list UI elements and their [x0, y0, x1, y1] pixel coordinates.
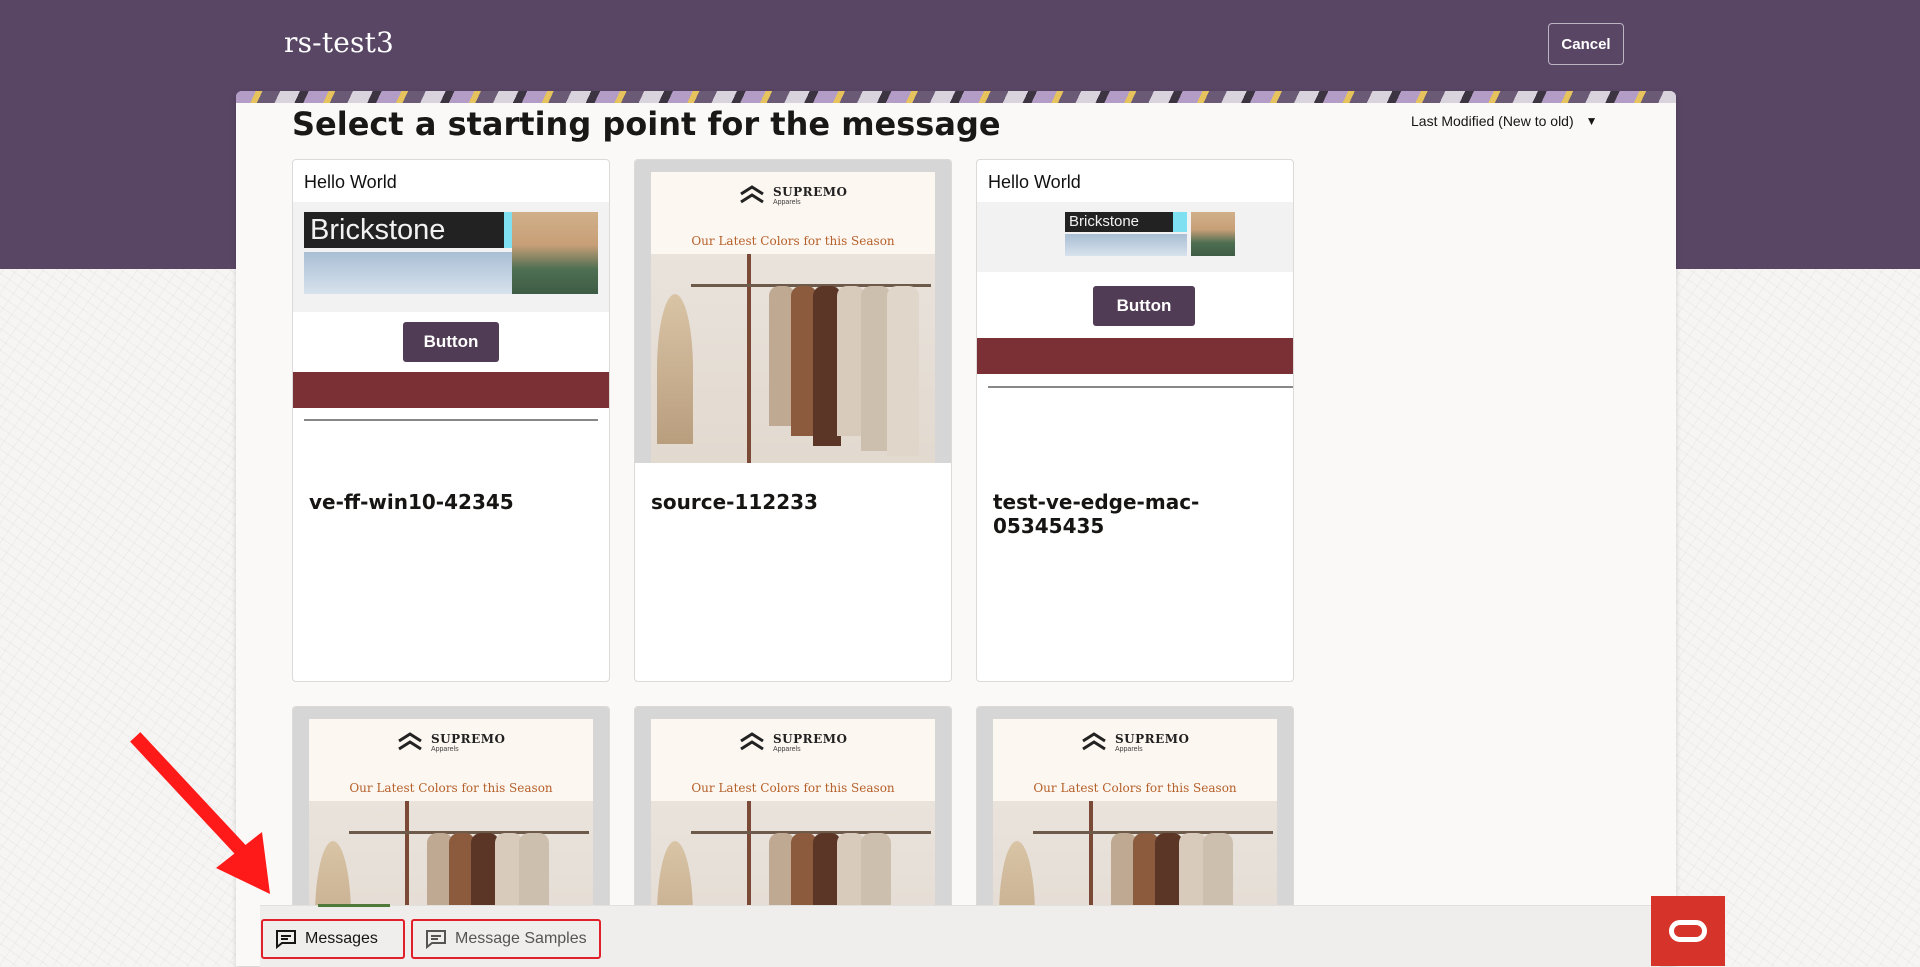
- template-thumbnail: SUPREMO Apparels Our Latest Colors for th…: [635, 160, 951, 463]
- red-band: [293, 372, 609, 408]
- logo-accent: [1173, 212, 1187, 232]
- messages-tab-label: Messages: [305, 930, 378, 947]
- messages-tab[interactable]: Messages: [261, 919, 405, 959]
- tagline: Our Latest Colors for this Season: [691, 234, 895, 248]
- clothing-rack-photo: [651, 254, 935, 463]
- model-portrait: [1191, 212, 1235, 256]
- brand-sub: Apparels: [1114, 745, 1143, 753]
- supremo-logo: SUPREMO Apparels: [309, 731, 593, 753]
- brickstone-logo: Brickstone: [1065, 212, 1173, 232]
- model-portrait: [512, 212, 598, 294]
- clothing-image: [304, 252, 544, 294]
- message-samples-tab[interactable]: Message Samples: [411, 919, 601, 959]
- template-selection-panel: Select a starting point for the message …: [236, 91, 1676, 966]
- brickstone-logo: Brickstone: [304, 212, 504, 248]
- sort-dropdown[interactable]: Last Modified (New to old) ▼: [1411, 113, 1598, 129]
- brand-name: SUPREMO: [772, 731, 848, 746]
- template-card[interactable]: SUPREMO Apparels Our Latest Colors for th…: [634, 159, 952, 682]
- brand-sub: Apparels: [772, 198, 801, 206]
- template-name: test-ve-edge-mac-05345435: [993, 490, 1200, 538]
- message-samples-tab-label: Message Samples: [455, 930, 587, 947]
- brand-sub: Apparels: [772, 745, 801, 753]
- oracle-assistant-button[interactable]: [1651, 896, 1725, 966]
- template-button: Button: [1093, 286, 1195, 326]
- template-name: ve-ff-win10-42345: [309, 490, 514, 514]
- template-hero-image: Brickstone: [293, 202, 609, 312]
- clothing-image: [1065, 234, 1187, 256]
- template-button: Button: [403, 322, 499, 362]
- message-icon: [426, 930, 446, 949]
- template-card[interactable]: Hello World Brickstone Button ve-ff-win1…: [292, 159, 610, 682]
- panel-heading: Select a starting point for the message: [292, 105, 1001, 143]
- brand-name: SUPREMO: [772, 184, 848, 199]
- oracle-logo-icon: [1669, 920, 1707, 942]
- supremo-logo: SUPREMO Apparels: [651, 184, 935, 206]
- tagline: Our Latest Colors for this Season: [349, 781, 553, 795]
- chevron-logo-icon: [739, 732, 764, 751]
- annotation-arrow-icon: [130, 732, 270, 894]
- template-hero-image: Brickstone: [977, 202, 1293, 272]
- cancel-button[interactable]: Cancel: [1548, 23, 1624, 65]
- tagline: Our Latest Colors for this Season: [691, 781, 895, 795]
- supremo-logo: SUPREMO Apparels: [651, 731, 935, 753]
- chevron-logo-icon: [397, 732, 422, 751]
- supremo-logo: SUPREMO Apparels: [993, 731, 1277, 753]
- chevron-logo-icon: [739, 185, 764, 204]
- template-card[interactable]: Hello World Brickstone Button test-ve-ed…: [976, 159, 1294, 682]
- divider: [304, 419, 598, 421]
- template-title: Hello World: [988, 172, 1081, 192]
- message-icon: [276, 930, 296, 949]
- template-title: Hello World: [304, 172, 397, 192]
- red-band: [977, 338, 1293, 374]
- tagline: Our Latest Colors for this Season: [1033, 781, 1237, 795]
- sort-label: Last Modified (New to old): [1411, 113, 1574, 129]
- page-title: rs-test3: [284, 26, 395, 59]
- brand-sub: Apparels: [430, 745, 459, 753]
- divider: [988, 386, 1293, 388]
- caret-down-icon: ▼: [1585, 114, 1598, 128]
- chevron-logo-icon: [1081, 732, 1106, 751]
- template-name: source-112233: [651, 490, 818, 514]
- decorative-stripe: [236, 91, 1676, 103]
- brand-name: SUPREMO: [430, 731, 506, 746]
- brand-name: SUPREMO: [1114, 731, 1190, 746]
- active-indicator: [318, 904, 390, 907]
